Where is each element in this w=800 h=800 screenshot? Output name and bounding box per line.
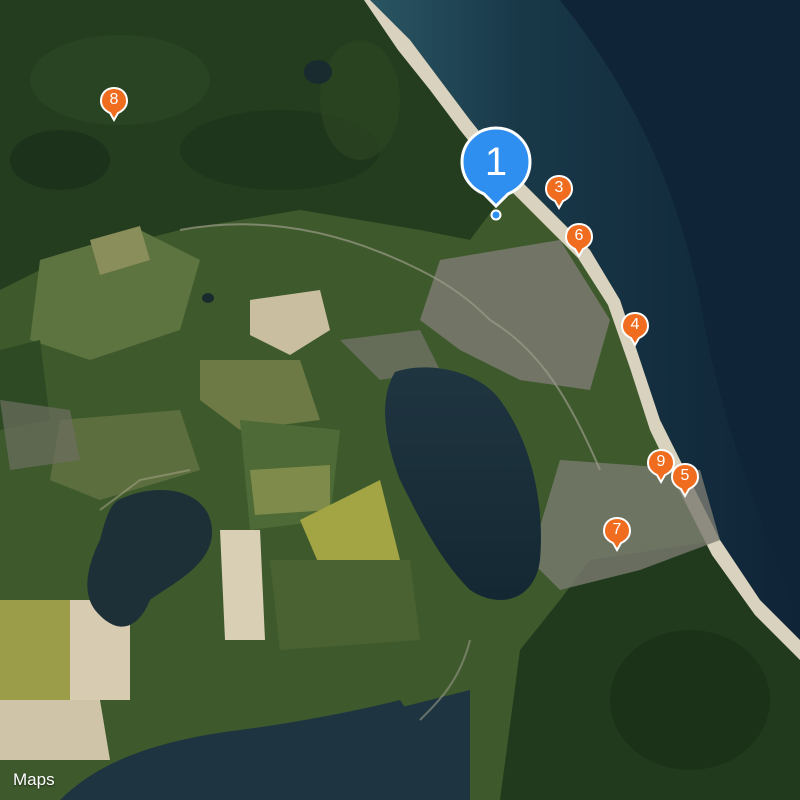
map-pin-selected[interactable]: 1	[458, 126, 534, 222]
map-pin-8[interactable]: 8	[99, 86, 129, 124]
map-pin-5[interactable]: 5	[670, 462, 700, 500]
map-pin-selected-label: 1	[484, 140, 508, 184]
maps-attribution[interactable]: Maps	[12, 770, 55, 790]
map-view[interactable]: 1 3 6 4 9 5 7 8 Maps	[0, 0, 800, 800]
map-pin-7[interactable]: 7	[602, 516, 632, 554]
map-pin-label: 8	[109, 91, 119, 108]
attribution-text: Maps	[13, 770, 55, 789]
map-pin-3[interactable]: 3	[544, 174, 574, 212]
map-pin-label: 3	[554, 179, 564, 196]
map-pin-label: 5	[680, 467, 690, 484]
map-pin-6[interactable]: 6	[564, 222, 594, 260]
map-pin-label: 6	[574, 227, 584, 244]
map-pin-label: 4	[630, 316, 640, 333]
map-pin-4[interactable]: 4	[620, 311, 650, 349]
map-pin-label: 7	[612, 521, 622, 538]
